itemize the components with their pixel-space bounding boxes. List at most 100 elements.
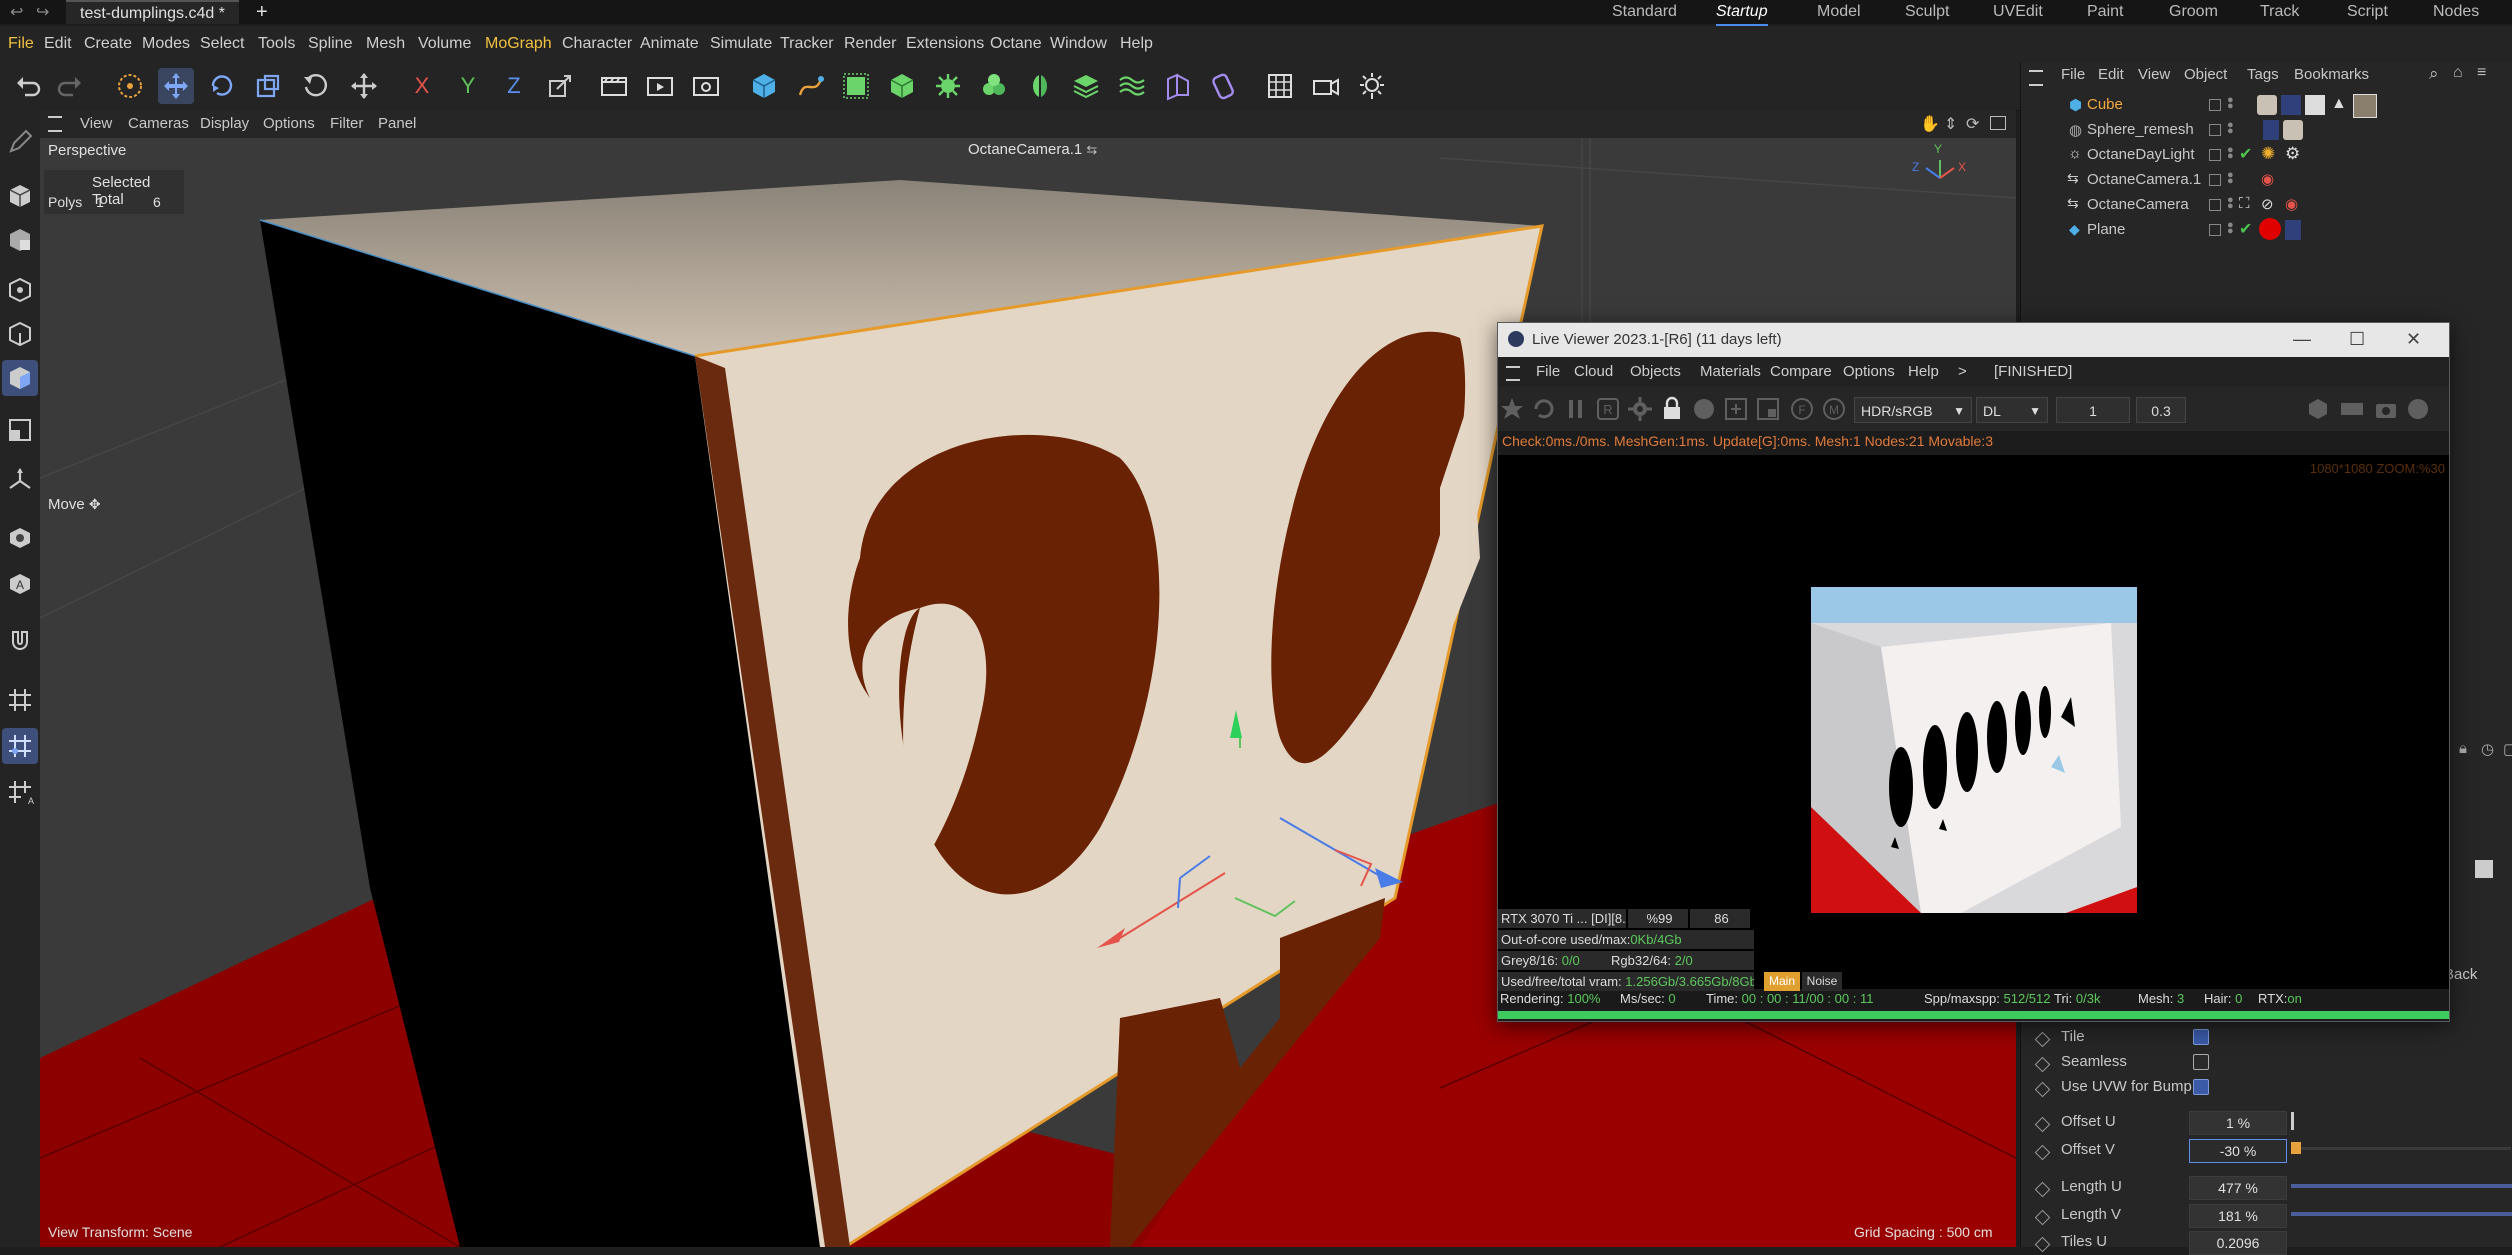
edit-toggle-icon[interactable] [2209, 199, 2221, 211]
pan-hand-icon[interactable]: ✋ [1920, 114, 1940, 134]
bend-deformer-icon[interactable] [1160, 68, 1196, 104]
length-v-slider[interactable] [2291, 1212, 2512, 1216]
layout-paint[interactable]: Paint [2087, 0, 2123, 24]
vp-menu-display[interactable]: Display [200, 110, 249, 138]
grid-snap-icon[interactable] [1262, 68, 1298, 104]
vp-menu-view[interactable]: View [80, 110, 112, 138]
edges-mode-icon[interactable] [2, 316, 38, 352]
tiles-u-field[interactable]: 0.2096 [2189, 1231, 2287, 1255]
edit-toggle-icon[interactable] [2209, 124, 2221, 136]
vp-menu-options[interactable]: Options [263, 110, 315, 138]
snap-settings-icon[interactable]: A [2, 774, 38, 810]
hexagon-icon[interactable] [2304, 395, 2332, 423]
maximize-button[interactable]: ☐ [2349, 329, 2365, 350]
layout-groom[interactable]: Groom [2169, 0, 2218, 24]
points-mode-icon[interactable] [2, 272, 38, 308]
camera-tag-icon[interactable]: ◉ [2285, 195, 2298, 213]
pause-icon[interactable] [1562, 395, 1590, 423]
checker-tag-icon[interactable] [2305, 95, 2325, 115]
lock-render-icon[interactable] [1658, 395, 1686, 423]
scale-tool-icon[interactable] [250, 68, 286, 104]
vp-menu-filter[interactable]: Filter [330, 110, 363, 138]
texture-tag-icon[interactable] [2263, 120, 2279, 140]
length-u-field[interactable]: 477 % [2189, 1176, 2287, 1200]
layout-standard[interactable]: Standard [1612, 0, 1677, 24]
keyframe-diamond-icon[interactable] [2034, 1081, 2051, 1098]
lv-menu-help[interactable]: Help [1908, 363, 1939, 380]
menu-character[interactable]: Character [562, 26, 632, 62]
material-ball-icon[interactable] [1690, 395, 1718, 423]
model-mode-icon[interactable] [2, 222, 38, 258]
menu-create[interactable]: Create [84, 26, 132, 62]
object-row-octanecamera-1[interactable]: ⇆ OctaneCamera.1 ● ● ◉ [2041, 168, 2511, 193]
lv-menu-materials[interactable]: Materials [1700, 363, 1761, 380]
object-mode-icon[interactable] [2, 178, 38, 214]
focus-picker-icon[interactable]: F [1788, 395, 1816, 423]
lv-menu-file[interactable]: File [1536, 363, 1560, 380]
visibility-dots-icon[interactable]: ● ● [2227, 170, 2234, 187]
layout-sculpt[interactable]: Sculpt [1905, 0, 1949, 24]
object-row-cube[interactable]: ⬢ Cube ● ● ▲ [2041, 93, 2511, 118]
camera-icon[interactable] [1308, 68, 1344, 104]
x-axis-lock[interactable]: X [404, 68, 440, 104]
visibility-icon[interactable] [2, 520, 38, 556]
vp-menu-cameras[interactable]: Cameras [128, 110, 189, 138]
length-u-slider[interactable] [2291, 1184, 2512, 1188]
panel-icon[interactable]: ▢ [2503, 740, 2512, 758]
layers-icon[interactable] [1068, 68, 1104, 104]
uv-mode-icon[interactable] [2, 412, 38, 448]
om-filter-icon[interactable]: ≡ [2477, 64, 2486, 82]
material-tag-icon[interactable] [2257, 95, 2277, 115]
value-field-1[interactable]: 1 [2056, 397, 2130, 423]
lv-hamburger-icon[interactable] [1506, 366, 1520, 381]
menu-window[interactable]: Window [1050, 26, 1107, 62]
layout-script[interactable]: Script [2347, 0, 2388, 24]
vp-menu-panel[interactable]: Panel [378, 110, 416, 138]
add-tab-button[interactable]: + [256, 0, 268, 24]
om-menu-view[interactable]: View [2138, 66, 2170, 83]
visibility-dots-icon[interactable]: ● ● [2227, 120, 2234, 137]
disabled-tag-icon[interactable]: ⊘ [2261, 195, 2274, 213]
live-viewer-titlebar[interactable]: Live Viewer 2023.1-[R6] (11 days left) —… [1498, 323, 2449, 357]
pen-spline-icon[interactable] [792, 68, 828, 104]
menu-tracker[interactable]: Tracker [780, 26, 834, 62]
target-tag-icon[interactable]: ⛶ [2239, 195, 2250, 212]
menu-mograph[interactable]: MoGraph [485, 26, 552, 62]
snapping-grid-icon[interactable] [2, 728, 38, 764]
orbit-icon[interactable]: ⟳ [1966, 114, 1979, 134]
layout-uvedit[interactable]: UVEdit [1993, 0, 2043, 24]
texture-tag-icon[interactable] [2285, 220, 2301, 240]
seamless-checkbox[interactable] [2193, 1054, 2209, 1070]
texture-tag-icon[interactable] [2281, 95, 2301, 115]
settings-tag-icon[interactable]: ⚙ [2285, 144, 2300, 164]
transform-tool-icon[interactable] [346, 68, 382, 104]
add-region-icon[interactable] [1722, 395, 1750, 423]
om-menu-bookmarks[interactable]: Bookmarks [2294, 66, 2369, 83]
keyframe-diamond-icon[interactable] [2034, 1181, 2051, 1198]
keyframe-diamond-icon[interactable] [2034, 1144, 2051, 1161]
menu-help[interactable]: Help [1120, 26, 1153, 62]
length-v-field[interactable]: 181 % [2189, 1204, 2287, 1228]
offset-v-slider-track[interactable] [2291, 1147, 2511, 1150]
menu-tools[interactable]: Tools [258, 26, 295, 62]
deformer-wave-icon[interactable] [1114, 68, 1150, 104]
layout-track[interactable]: Track [2260, 0, 2299, 24]
layout-nodes[interactable]: Nodes [2433, 0, 2479, 24]
camera-label[interactable]: OctaneCamera.1 ⇆ [968, 141, 1097, 158]
film-region-icon[interactable] [1754, 395, 1782, 423]
tile-checkbox[interactable] [2193, 1029, 2209, 1045]
lv-menu-more[interactable]: > [1958, 363, 1967, 380]
layout-startup[interactable]: Startup [1716, 0, 1768, 26]
lock-icon[interactable]: 🔒︎ [2459, 740, 2467, 757]
object-row-octanedaylight[interactable]: ☼ OctaneDayLight ● ● ✔ ✺ ⚙ [2041, 143, 2511, 168]
uvw-bump-checkbox[interactable] [2193, 1079, 2209, 1095]
hamburger-icon[interactable] [48, 116, 62, 132]
om-home-icon[interactable]: ⌂ [2453, 64, 2463, 82]
noise-pass-button[interactable]: Noise [1802, 972, 1842, 991]
menu-volume[interactable]: Volume [418, 26, 471, 62]
texture-preview-icon[interactable] [2475, 860, 2493, 878]
axis-mode-icon[interactable] [2, 462, 38, 498]
minimize-button[interactable]: — [2293, 329, 2311, 350]
visibility-dots-icon[interactable]: ● ● [2227, 220, 2234, 237]
visibility-dots-icon[interactable]: ● ● [2227, 195, 2234, 212]
